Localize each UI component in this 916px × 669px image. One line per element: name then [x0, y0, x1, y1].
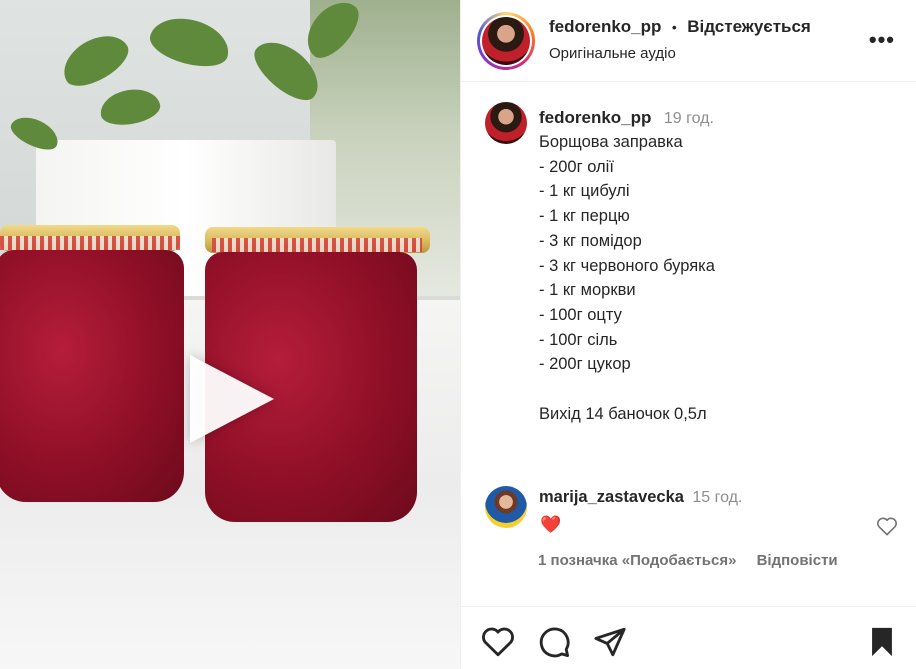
paper-plane-icon[interactable] [593, 625, 627, 659]
commenter-avatar[interactable] [485, 486, 527, 528]
comment-icon[interactable] [537, 625, 571, 659]
post-media[interactable] [0, 0, 460, 669]
caption-line: - 1 кг цибулі [539, 182, 630, 201]
caption-line: - 1 кг моркви [539, 281, 636, 300]
comment-text: ❤️ [540, 515, 562, 534]
plant-leaf [145, 10, 235, 74]
more-options-button[interactable]: ••• [869, 29, 895, 51]
follow-status[interactable]: Відстежується [687, 17, 811, 36]
plant-leaf [97, 85, 163, 129]
caption-line: Вихід 14 баночок 0,5л [539, 404, 707, 423]
jar-left [0, 250, 184, 502]
action-bar [461, 606, 916, 669]
reply-button[interactable]: Відповісти [757, 552, 838, 569]
caption-author[interactable]: fedorenko_pp [539, 108, 651, 127]
caption-line: Борщова заправка [539, 133, 683, 151]
heart-icon[interactable] [481, 625, 515, 659]
post-header: fedorenko_pp • Відстежується Оригінальне… [461, 0, 916, 82]
comment-likes[interactable]: 1 позначка «Подобається» [538, 552, 736, 569]
caption-line: - 200г цукор [539, 355, 631, 374]
caption-line: - 3 кг червоного буряка [539, 256, 715, 275]
caption-line: - 100г оцту [539, 305, 622, 324]
caption-line: - 1 кг перцю [539, 207, 630, 226]
bookmark-icon[interactable] [865, 625, 899, 659]
jar-lid-cloth [212, 238, 422, 252]
comment-meta: 1 позначка «Подобається» Відповісти [538, 552, 838, 569]
jar-lid-cloth [0, 236, 180, 250]
caption-avatar[interactable] [485, 102, 527, 144]
story-ring[interactable] [477, 12, 535, 70]
author-username[interactable]: fedorenko_pp [549, 17, 661, 36]
comment: marija_zastavecka 15 год. [539, 488, 899, 507]
comment-time[interactable]: 15 год. [692, 489, 742, 506]
separator-dot: • [671, 19, 677, 35]
plant-leaf [54, 25, 136, 95]
comment-like-icon[interactable] [876, 516, 898, 536]
avatar [482, 17, 530, 65]
caption-line [539, 377, 899, 402]
caption-line: - 200г олії [539, 157, 614, 176]
post-sidebar: fedorenko_pp • Відстежується Оригінальне… [460, 0, 916, 669]
audio-label[interactable]: Оригінальне аудіо [549, 45, 676, 62]
caption-line: - 100г сіль [539, 330, 618, 349]
play-icon[interactable] [190, 355, 274, 443]
caption-time[interactable]: 19 год. [664, 110, 714, 127]
post-caption: fedorenko_pp 19 год. Борщова заправка - … [539, 108, 899, 426]
caption-line: - 3 кг помідор [539, 231, 642, 250]
comment-author[interactable]: marija_zastavecka [539, 488, 684, 506]
